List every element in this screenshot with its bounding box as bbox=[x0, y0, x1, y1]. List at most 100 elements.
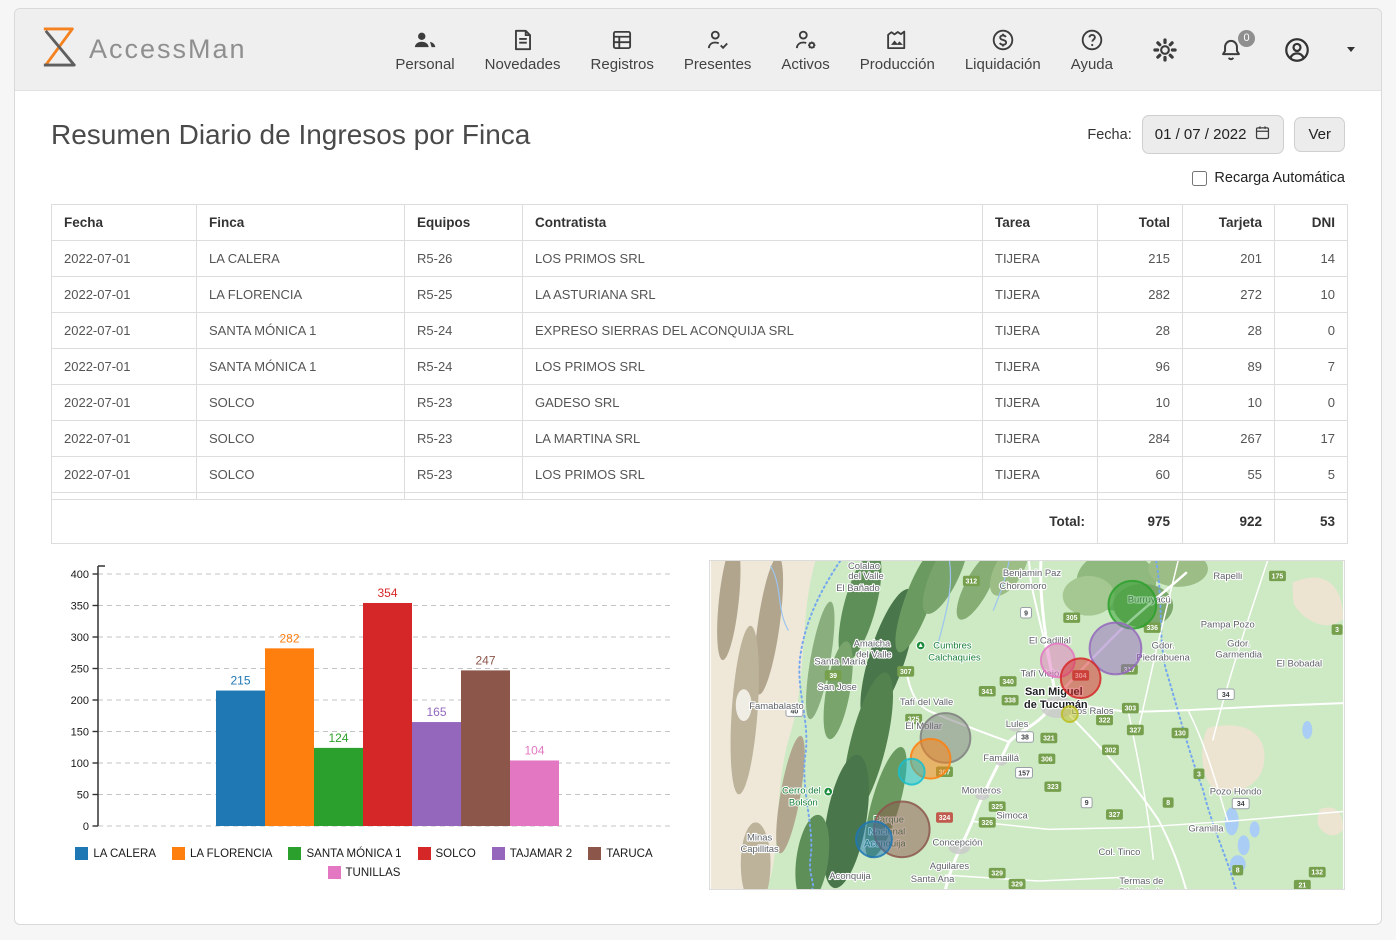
svg-text:Tafí del Valle: Tafí del Valle bbox=[900, 697, 953, 708]
svg-text:Bolsón: Bolsón bbox=[789, 798, 818, 809]
svg-text:Gdor.: Gdor. bbox=[1227, 638, 1250, 649]
dollar-icon bbox=[990, 27, 1016, 53]
app-logo[interactable]: AccessMan bbox=[41, 25, 247, 74]
table-cell: R5-24 bbox=[405, 313, 523, 349]
nav-item-novedades[interactable]: Novedades bbox=[485, 27, 561, 73]
map-marker[interactable] bbox=[1061, 658, 1101, 698]
col-header-dni: DNI bbox=[1275, 205, 1348, 241]
page-title: Resumen Diario de Ingresos por Finca bbox=[51, 119, 530, 151]
table-cell: LOS PRIMOS SRL bbox=[523, 349, 983, 385]
svg-text:Gdor.: Gdor. bbox=[1152, 640, 1175, 651]
bar-la-calera[interactable] bbox=[216, 691, 265, 826]
bar-taruca[interactable] bbox=[461, 670, 510, 826]
table-cell: 215 bbox=[1098, 241, 1183, 277]
legend-swatch bbox=[418, 847, 431, 860]
legend-item: LA FLORENCIA bbox=[172, 847, 272, 860]
svg-text:Aguilares: Aguilares bbox=[930, 861, 970, 872]
svg-text:San Jose: San Jose bbox=[817, 682, 856, 693]
date-input[interactable]: 01 / 07 / 2022 bbox=[1142, 115, 1285, 154]
svg-text:322: 322 bbox=[1099, 718, 1111, 725]
svg-text:327: 327 bbox=[1130, 728, 1142, 735]
map-marker[interactable] bbox=[856, 821, 892, 857]
bar-santa-mónica-1[interactable] bbox=[314, 748, 363, 826]
svg-text:9: 9 bbox=[1024, 610, 1028, 617]
table-cell: LOS PRIMOS SRL bbox=[523, 457, 983, 493]
table-header-row: FechaFincaEquiposContratistaTareaTotalTa… bbox=[52, 205, 1348, 241]
svg-text:Benjamin Paz: Benjamin Paz bbox=[1003, 568, 1062, 579]
table-cell: TIJERA bbox=[983, 385, 1098, 421]
svg-text:130: 130 bbox=[1174, 731, 1186, 738]
svg-text:Cumbres: Cumbres bbox=[933, 640, 972, 651]
table-cell: 2022-07-01 bbox=[52, 277, 197, 313]
ver-button[interactable]: Ver bbox=[1294, 117, 1345, 152]
calendar-icon bbox=[1254, 124, 1271, 145]
table-cell: TIJERA bbox=[983, 241, 1098, 277]
svg-text:329: 329 bbox=[1011, 882, 1023, 889]
table-icon bbox=[609, 27, 635, 53]
table-cell: LA CALERA bbox=[197, 241, 405, 277]
svg-text:3: 3 bbox=[1335, 627, 1339, 634]
person-gear-icon bbox=[793, 27, 819, 53]
bar-tunillas[interactable] bbox=[510, 760, 559, 826]
table-cell: SOLCO bbox=[197, 421, 405, 457]
table-cell: TIJERA bbox=[983, 313, 1098, 349]
account-icon[interactable] bbox=[1283, 36, 1311, 64]
svg-text:3: 3 bbox=[1197, 771, 1201, 778]
fincas-map[interactable]: 3123053361753930739403403413383043173033… bbox=[709, 560, 1345, 890]
svg-text:Monteros: Monteros bbox=[962, 786, 1002, 797]
svg-text:150: 150 bbox=[71, 727, 89, 739]
legend-label: SANTA MÓNICA 1 bbox=[306, 848, 401, 860]
total-dni: 53 bbox=[1275, 500, 1348, 544]
bar-tajamar-2[interactable] bbox=[412, 722, 461, 826]
nav-item-ayuda[interactable]: Ayuda bbox=[1071, 27, 1113, 73]
svg-text:323: 323 bbox=[1047, 784, 1059, 791]
legend-swatch bbox=[172, 847, 185, 860]
svg-text:El Bobadal: El Bobadal bbox=[1277, 658, 1323, 669]
nav-item-presentes[interactable]: Presentes bbox=[684, 27, 752, 73]
map-marker[interactable] bbox=[1109, 581, 1157, 629]
legend-swatch bbox=[588, 847, 601, 860]
main-card: AccessMan Personal Novedades Registros Pres… bbox=[14, 8, 1382, 925]
map-marker[interactable] bbox=[899, 759, 925, 785]
nav-item-personal[interactable]: Personal bbox=[395, 27, 454, 73]
svg-text:Piedrabuena: Piedrabuena bbox=[1136, 652, 1190, 663]
table-total-row: Total:97592253 bbox=[52, 500, 1348, 544]
nav-item-activos[interactable]: Activos bbox=[781, 27, 829, 73]
gear-icon[interactable] bbox=[1151, 36, 1179, 64]
svg-text:8: 8 bbox=[1236, 868, 1240, 875]
table-cell: TIJERA bbox=[983, 421, 1098, 457]
nav-item-liquidacion[interactable]: Liquidación bbox=[965, 27, 1041, 73]
table-cell: 2022-07-01 bbox=[52, 313, 197, 349]
nav-item-registros[interactable]: Registros bbox=[591, 27, 654, 73]
table-cell: LA FLORENCIA bbox=[197, 277, 405, 313]
fecha-label: Fecha: bbox=[1087, 127, 1131, 143]
legend-label: TAJAMAR 2 bbox=[510, 848, 572, 860]
table-cell: 14 bbox=[1275, 241, 1348, 277]
svg-text:324: 324 bbox=[939, 815, 951, 822]
bar-la-florencia[interactable] bbox=[265, 648, 314, 826]
svg-text:282: 282 bbox=[279, 631, 299, 645]
svg-text:Amaicha: Amaicha bbox=[854, 638, 891, 649]
table-cell: GADESO SRL bbox=[523, 385, 983, 421]
map-marker[interactable] bbox=[1062, 706, 1078, 722]
nav-item-produccion[interactable]: Producción bbox=[860, 27, 935, 73]
svg-text:165: 165 bbox=[426, 705, 446, 719]
table-row: 2022-07-01SANTA MÓNICA 1R5-24EXPRESO SIE… bbox=[52, 313, 1348, 349]
svg-text:Lules: Lules bbox=[1006, 719, 1029, 730]
table-cell: 28 bbox=[1098, 313, 1183, 349]
legend-item: LA CALERA bbox=[75, 847, 156, 860]
table-cell: 10 bbox=[1275, 277, 1348, 313]
svg-text:de Tucumán: de Tucumán bbox=[1024, 699, 1088, 711]
svg-text:9: 9 bbox=[1085, 800, 1089, 807]
svg-text:175: 175 bbox=[1272, 573, 1284, 580]
bell-icon[interactable]: 0 bbox=[1217, 36, 1245, 64]
svg-text:Capillitas: Capillitas bbox=[740, 844, 779, 855]
svg-text:303: 303 bbox=[1125, 706, 1137, 713]
svg-text:El Bañado: El Bañado bbox=[836, 583, 880, 594]
svg-text:400: 400 bbox=[71, 569, 89, 581]
svg-text:132: 132 bbox=[1311, 870, 1323, 877]
table-cell: R5-23 bbox=[405, 421, 523, 457]
recarga-automatica-checkbox[interactable] bbox=[1192, 171, 1207, 186]
nav-item-label: Activos bbox=[781, 56, 829, 73]
bar-solco[interactable] bbox=[363, 603, 412, 826]
